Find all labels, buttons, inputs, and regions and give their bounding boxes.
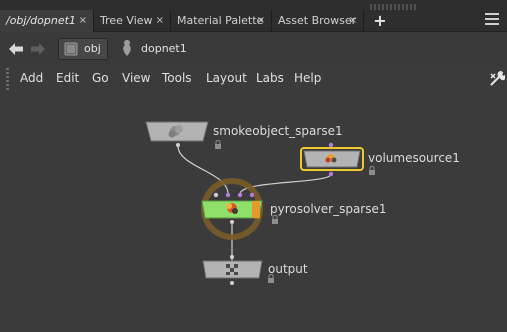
breadcrumb-obj[interactable]: obj	[58, 38, 108, 60]
input-connector[interactable]	[230, 255, 234, 259]
tab-close-icon[interactable]: ×	[349, 10, 357, 32]
output-connector[interactable]	[230, 281, 234, 285]
tab-label: /obj/dopnet1	[6, 14, 76, 27]
node-smokeobject[interactable]	[145, 121, 209, 147]
lock-icon	[272, 215, 278, 224]
output-connector[interactable]	[328, 171, 334, 177]
node-label-pyrosolver[interactable]: pyrosolver_sparse1	[270, 202, 387, 216]
back-arrow-icon[interactable]	[8, 42, 24, 56]
menu-go[interactable]: Go	[92, 70, 109, 86]
input-connector[interactable]	[225, 192, 231, 198]
menu-add[interactable]: Add	[20, 70, 43, 86]
menu-tools[interactable]: Tools	[162, 70, 192, 86]
pane-menu-icon[interactable]	[485, 13, 499, 25]
menu-layout[interactable]: Layout	[206, 70, 247, 86]
breadcrumb-dopnet1[interactable]: dopnet1	[118, 38, 208, 60]
menu-labs[interactable]: Labs	[256, 70, 284, 86]
tab-close-icon[interactable]: ×	[79, 10, 87, 32]
output-connector[interactable]	[230, 220, 234, 224]
node-label-smokeobject[interactable]: smokeobject_sparse1	[213, 124, 343, 138]
tab-close-icon[interactable]: ×	[257, 10, 265, 32]
lock-icon	[369, 166, 375, 175]
tab-label: Asset Browser	[278, 14, 357, 27]
tab-label: Tree View	[100, 14, 153, 27]
input-connector[interactable]	[237, 192, 243, 198]
menu-help[interactable]: Help	[294, 70, 321, 86]
toolbar-handle[interactable]	[6, 68, 9, 92]
breadcrumb-label: dopnet1	[141, 42, 187, 55]
network-canvas[interactable]: smokeobject_sparse1 volumesource1 pyroso…	[0, 92, 507, 332]
node-label-volumesource[interactable]: volumesource1	[368, 151, 460, 165]
input-connector[interactable]	[213, 192, 219, 198]
input-connector[interactable]	[249, 192, 255, 198]
input-connector[interactable]	[328, 142, 334, 148]
node-label-output[interactable]: output	[268, 262, 308, 276]
network-menu-bar: Add Edit Go View Tools Layout Labs Help	[0, 66, 507, 92]
lock-icon	[215, 140, 221, 149]
menu-edit[interactable]: Edit	[56, 70, 79, 86]
object-network-icon	[64, 42, 78, 56]
path-bar: obj dopnet1	[0, 33, 507, 66]
tab-asset-browser[interactable]: Asset Browser ×	[272, 10, 364, 32]
output-connector[interactable]	[176, 143, 180, 147]
tab-label: Material Palette	[177, 14, 264, 27]
menu-view[interactable]: View	[122, 70, 150, 86]
tab-material-palette[interactable]: Material Palette ×	[171, 10, 272, 32]
dop-network-icon	[123, 40, 131, 56]
bypass-flag[interactable]	[252, 201, 260, 218]
add-tab-button[interactable]: +	[373, 10, 387, 32]
pane-tab-bar: /obj/dopnet1 × Tree View × Material Pale…	[0, 0, 507, 32]
tab-tree-view[interactable]: Tree View ×	[94, 10, 171, 32]
forward-arrow-icon[interactable]	[30, 42, 46, 56]
node-volumesource[interactable]	[300, 142, 364, 177]
tab-close-icon[interactable]: ×	[156, 10, 164, 32]
tab-obj-dopnet1[interactable]: /obj/dopnet1 ×	[0, 10, 94, 32]
breadcrumb-label: obj	[84, 42, 101, 55]
wrench-icon[interactable]	[489, 70, 505, 88]
